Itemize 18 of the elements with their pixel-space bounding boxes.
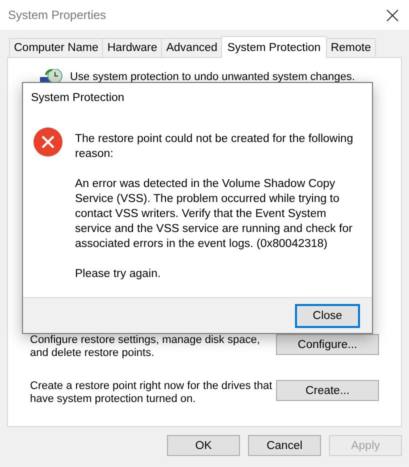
intro-text: Use system protection to undo unwanted system changes. (70, 71, 355, 83)
tab[interactable]: System Protection (221, 36, 327, 58)
dialog-title: System Protection (30, 91, 126, 106)
close-icon[interactable] (386, 8, 399, 22)
action-button[interactable]: Configure... (276, 334, 379, 355)
action-button[interactable]: Create... (276, 380, 379, 401)
error-details: An error was detected in the Volume Shadow Copy Service (VSS). The problem occurred while trying to contact VSS writers. Verify that the Event System service and the VSS service are running and check for associated errors in the event logs. (0x80042318) (75, 177, 354, 252)
error-message: The restore point could not be created for the following reason: (75, 132, 354, 162)
retry-message: Please try again. (75, 267, 162, 282)
error-icon (33, 127, 63, 158)
dialog-button[interactable]: Cancel (248, 435, 321, 456)
window-title: System Properties (8, 8, 106, 22)
tab[interactable]: Computer Name (9, 38, 104, 57)
tab[interactable]: Remote (326, 38, 376, 57)
action-description: Create a restore point right now for the drives that have system protection turned on. (30, 380, 274, 406)
dialog-button[interactable]: OK (167, 435, 240, 456)
close-button[interactable]: Close (295, 304, 360, 328)
action-description: Configure restore settings, manage disk space, and delete restore points. (30, 334, 261, 360)
